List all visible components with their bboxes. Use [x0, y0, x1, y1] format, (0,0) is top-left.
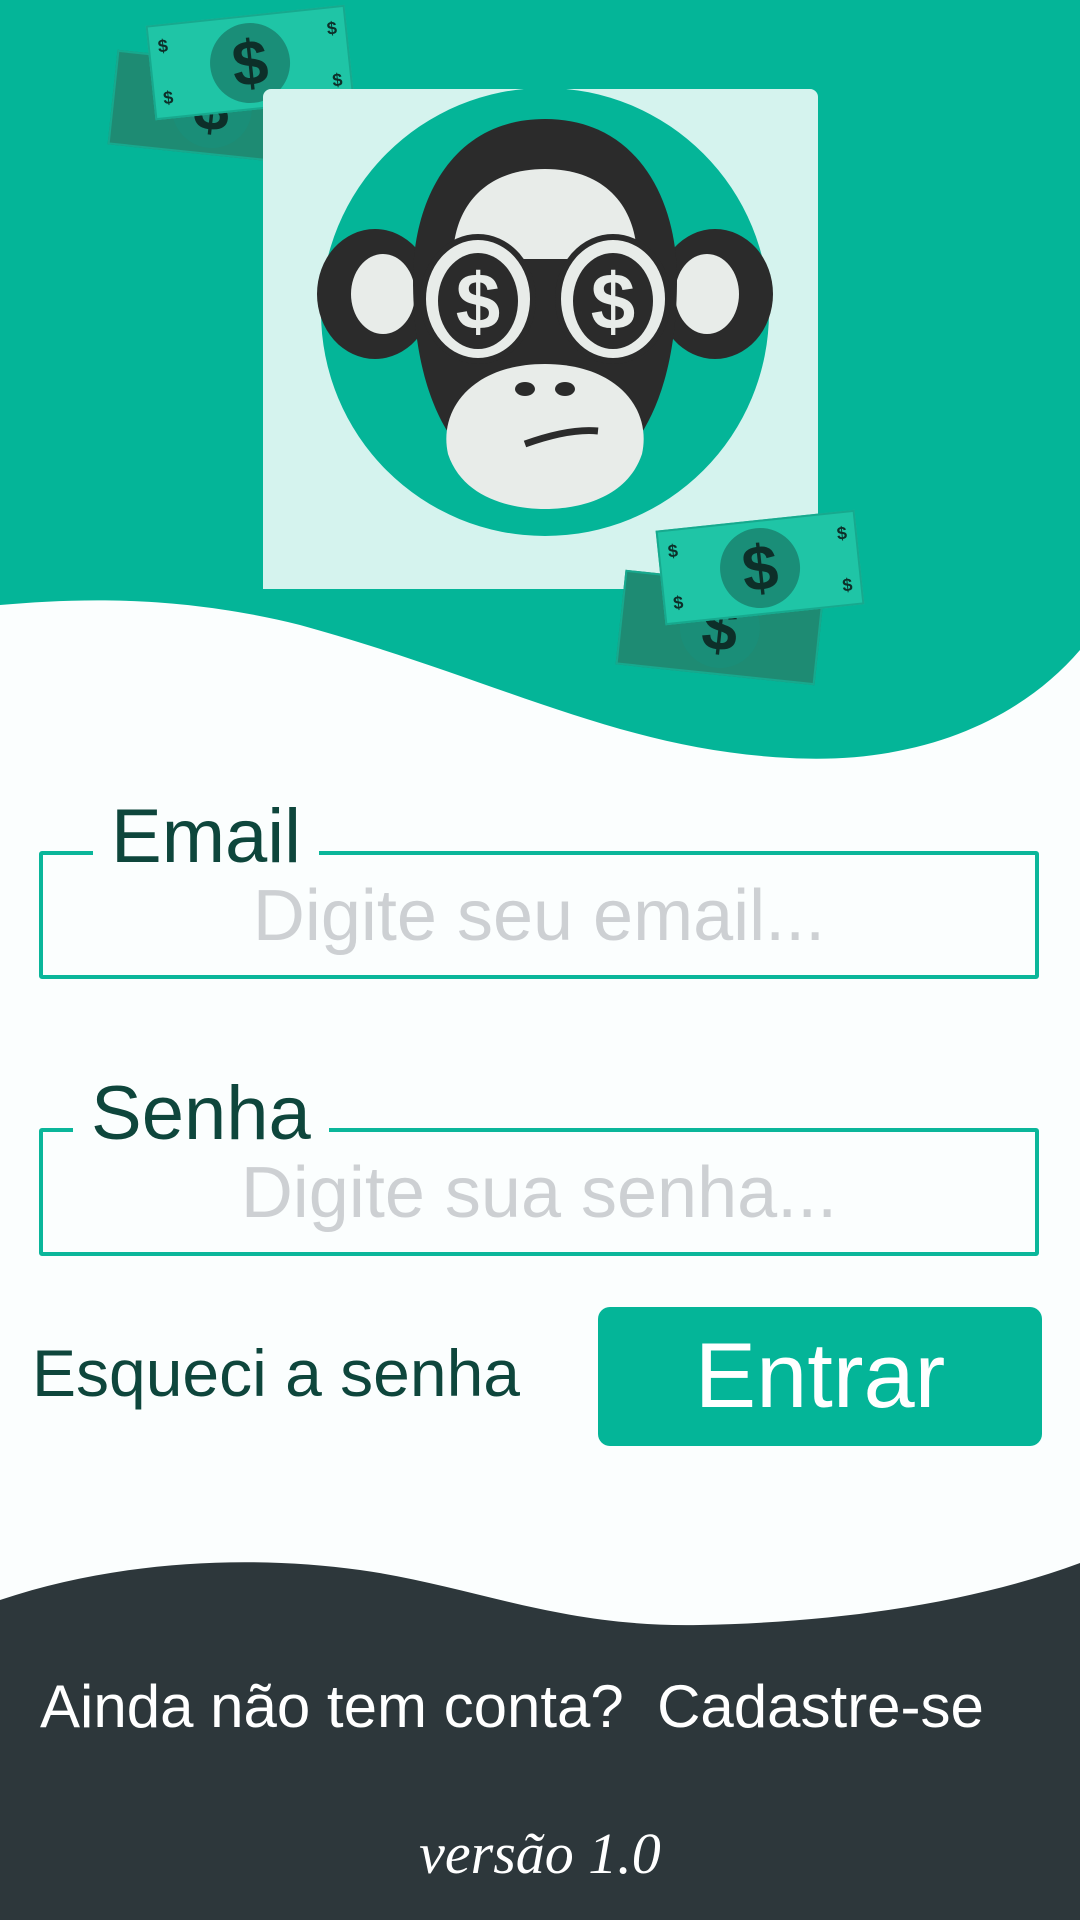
password-field[interactable]: Senha — [39, 1074, 1039, 1256]
signup-link[interactable]: Cadastre-se — [657, 1673, 984, 1740]
version-label: versão 1.0 — [419, 1821, 661, 1886]
signup-prompt: Ainda não tem conta? Cadastre-se — [40, 1672, 1040, 1741]
forgot-password-link[interactable]: Esqueci a senha — [32, 1335, 520, 1411]
svg-text:$: $ — [456, 257, 501, 346]
password-input[interactable] — [43, 1148, 1035, 1238]
login-button[interactable]: Entrar — [598, 1307, 1042, 1446]
logo-card: $ $ — [263, 88, 818, 589]
svg-text:$: $ — [591, 257, 636, 346]
email-field[interactable]: Email — [39, 797, 1039, 979]
password-label: Senha — [73, 1074, 329, 1154]
signup-question: Ainda não tem conta? — [40, 1673, 624, 1740]
email-label: Email — [93, 797, 320, 877]
email-input[interactable] — [43, 871, 1035, 961]
monkey-logo-icon: $ $ — [317, 88, 773, 536]
